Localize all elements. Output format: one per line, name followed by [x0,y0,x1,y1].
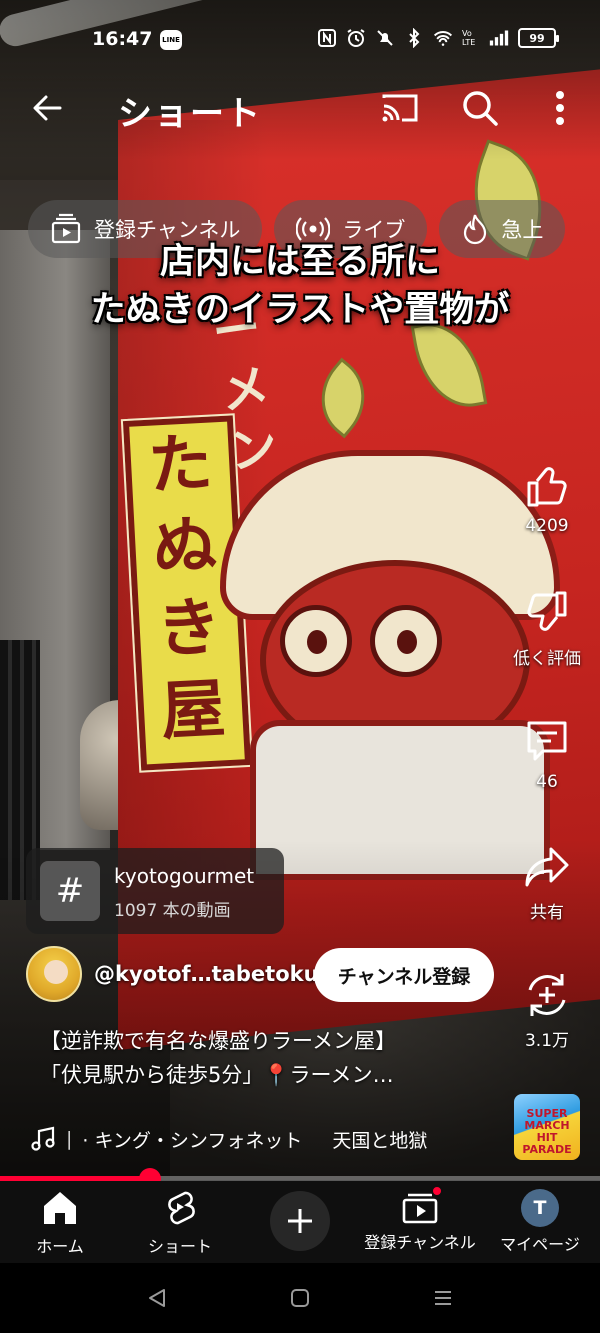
nav-label: マイページ [500,1235,580,1254]
square-home-icon [291,1289,309,1307]
nav-label: ショート [147,1237,212,1256]
comment-icon [527,721,567,761]
shorts-icon [168,1191,195,1225]
back-button[interactable] [26,86,70,130]
share-label: 共有 [530,903,564,923]
status-icons: Vo LTE 99 [317,28,559,48]
system-back-button[interactable] [142,1285,172,1311]
dislike-button[interactable]: 低く評価 [504,588,590,669]
system-home-button[interactable] [285,1285,315,1311]
plus-icon [288,1209,312,1233]
hashtag-video-count: 1097 本の動画 [114,901,231,921]
nav-label: 登録チャンネル [364,1233,476,1252]
video-title[interactable]: 【逆詐欺で有名な爆盛りラーメン屋】 「伏見駅から徒歩5分」📍ラーメン… [40,1024,490,1092]
signal-icon [489,28,509,48]
page-title: ショート [118,94,262,134]
thumb-down-icon [527,591,567,631]
search-button[interactable] [458,86,502,130]
dislike-label: 低く評価 [513,649,581,669]
music-note-icon [31,1126,55,1151]
hashtag-icon: # [40,861,100,921]
caption-line: たぬきのイラストや置物が [90,289,510,330]
subscribe-button[interactable]: チャンネル登録 [314,948,494,1002]
like-count: 4209 [525,516,569,536]
more-options-button[interactable] [540,86,580,130]
video-title-line: 「伏見駅から徒歩5分」📍ラーメン… [40,1063,394,1087]
home-icon [44,1192,76,1224]
comments-button[interactable]: 46 [504,716,590,792]
wifi-icon [433,28,453,48]
status-time: 16:47 [92,28,153,50]
nav-subscriptions-icon-wrap [401,1185,443,1225]
battery-icon: 99 [518,28,559,48]
hashtag-name: kyotogourmet [114,864,255,888]
remix-icon [528,974,566,1016]
cast-button[interactable] [378,88,422,128]
video-caption-overlay: 店内には至る所に たぬきのイラストや置物が [0,238,600,334]
nav-shorts[interactable]: ショート [140,1189,220,1257]
nav-account[interactable]: T マイページ [496,1189,584,1255]
triangle-back-icon [149,1289,165,1307]
comment-count: 46 [536,772,558,792]
like-button[interactable]: 4209 [504,460,590,536]
video-title-line: 【逆詐欺で有名な爆盛りラーメン屋】 [40,1029,397,1053]
bottom-navigation: ホーム ショート 登録チャンネル T マイページ [0,1181,600,1263]
new-content-badge [431,1185,443,1197]
account-avatar: T [521,1189,559,1227]
volte-icon: Vo LTE [462,29,476,47]
shop-name-char: た [146,425,215,504]
hashtag-card[interactable]: # kyotogourmet 1097 本の動画 [26,848,284,934]
music-separator: | [66,1128,73,1150]
share-button[interactable]: 共有 [504,842,590,923]
alarm-icon [346,28,366,48]
remix-button[interactable]: 3.1万 [504,970,590,1051]
channel-handle[interactable]: @kyotof…tabetoku [94,962,319,986]
music-row[interactable]: | · キング・シンフォネット 天国と地獄 [30,1122,500,1156]
nav-home[interactable]: ホーム [22,1189,98,1257]
top-app-bar: ショート [0,80,600,136]
status-bar: 16:47 LINE Vo LTE 99 [0,26,600,56]
search-icon [463,91,498,126]
line-notification-icon: LINE [160,30,182,50]
channel-avatar[interactable] [26,946,82,1002]
mute-icon [375,28,395,48]
remix-count: 3.1万 [524,1031,570,1051]
menu-recents-icon [435,1291,451,1305]
bluetooth-icon [404,28,424,48]
back-arrow-icon [33,95,62,121]
music-track: 天国と地獄 [332,1129,428,1152]
nav-subscriptions[interactable]: 登録チャンネル [360,1185,480,1253]
tanuki-eye [280,605,352,677]
tanuki-eye [370,605,442,677]
system-navigation-bar [0,1263,600,1333]
album-art-text: SUPER MARCH HIT PARADE [522,1107,572,1156]
more-vert-icon [556,91,564,125]
share-icon [525,847,569,887]
banner-char: メ [217,358,273,422]
create-button[interactable] [270,1191,330,1251]
cast-icon [382,94,418,122]
album-art[interactable]: SUPER MARCH HIT PARADE [514,1094,580,1160]
thumb-up-icon [527,467,567,507]
music-track: · キング・シンフォネット [82,1129,303,1152]
caption-line: 店内には至る所に [159,241,440,282]
nav-label: ホーム [36,1237,84,1256]
nfc-icon [317,28,337,48]
system-recents-button[interactable] [428,1285,458,1311]
